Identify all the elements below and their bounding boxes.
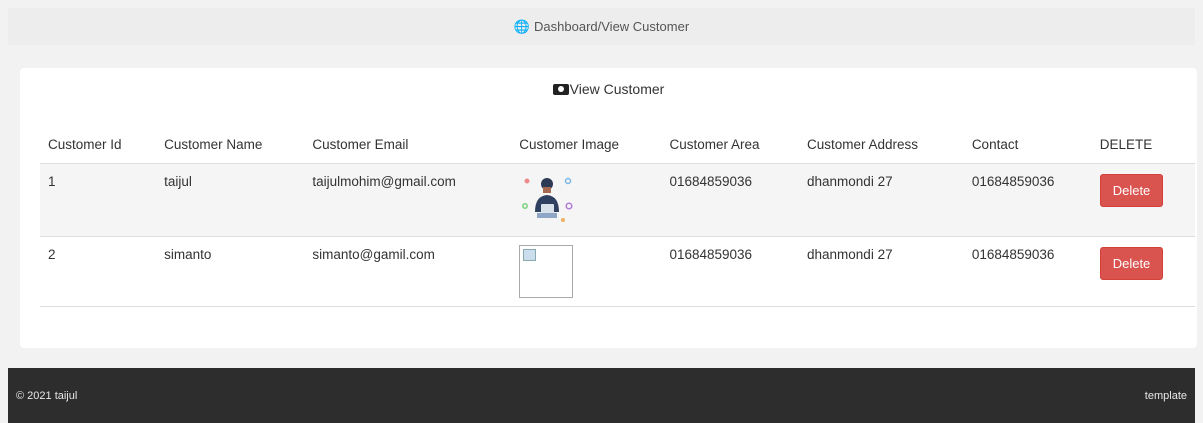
footer-copyright: © 2021 taijul (16, 389, 78, 402)
col-customer-name: Customer Name (156, 130, 305, 164)
footer-template-link[interactable]: template (1145, 390, 1187, 402)
cell-contact: 01684859036 (963, 163, 1092, 237)
table-row: 2 simanto simanto@gamil.com 01684859036 … (40, 236, 1195, 307)
card-title-text: View Customer (569, 81, 665, 97)
customer-card: View Customer Customer Id Customer Name … (20, 68, 1197, 348)
avatar (519, 172, 575, 228)
breadcrumb-bar: 🌐 Dashboard/View Customer (8, 8, 1195, 45)
cell-name: simanto (156, 236, 305, 307)
breadcrumb[interactable]: Dashboard/View Customer (534, 19, 689, 34)
cell-email: taijulmohim@gmail.com (304, 163, 512, 237)
delete-button[interactable]: Delete (1099, 247, 1164, 280)
col-customer-id: Customer Id (40, 130, 157, 164)
table-header-row: Customer Id Customer Name Customer Email… (40, 130, 1195, 164)
cell-email: simanto@gamil.com (304, 236, 512, 307)
col-customer-email: Customer Email (304, 130, 512, 164)
cell-contact: 01684859036 (963, 236, 1092, 307)
card-title: View Customer (20, 81, 1197, 97)
cell-address: dhanmondi 27 (799, 163, 964, 237)
delete-button[interactable]: Delete (1099, 174, 1164, 207)
cell-area: 01684859036 (661, 163, 800, 237)
cell-delete: Delete (1091, 236, 1195, 307)
cell-address: dhanmondi 27 (799, 236, 964, 307)
cell-id: 2 (40, 236, 157, 307)
col-contact: Contact (963, 130, 1092, 164)
col-customer-address: Customer Address (799, 130, 964, 164)
footer: © 2021 taijul template (8, 368, 1195, 423)
table-row: 1 taijul taijulmohim@gmail.com 016848590… (40, 163, 1195, 237)
broken-image (519, 245, 574, 298)
cell-image (511, 163, 662, 237)
col-customer-image: Customer Image (511, 130, 662, 164)
cell-name: taijul (156, 163, 305, 237)
col-delete: DELETE (1091, 130, 1195, 164)
customer-table: Customer Id Customer Name Customer Email… (40, 130, 1195, 307)
cell-id: 1 (40, 163, 157, 237)
cell-area: 01684859036 (661, 236, 800, 307)
col-customer-area: Customer Area (661, 130, 800, 164)
cell-delete: Delete (1091, 163, 1195, 237)
camera-icon (552, 83, 569, 95)
globe-icon: 🌐 (513, 18, 531, 34)
cell-image (511, 236, 662, 307)
broken-image-icon (523, 249, 537, 261)
